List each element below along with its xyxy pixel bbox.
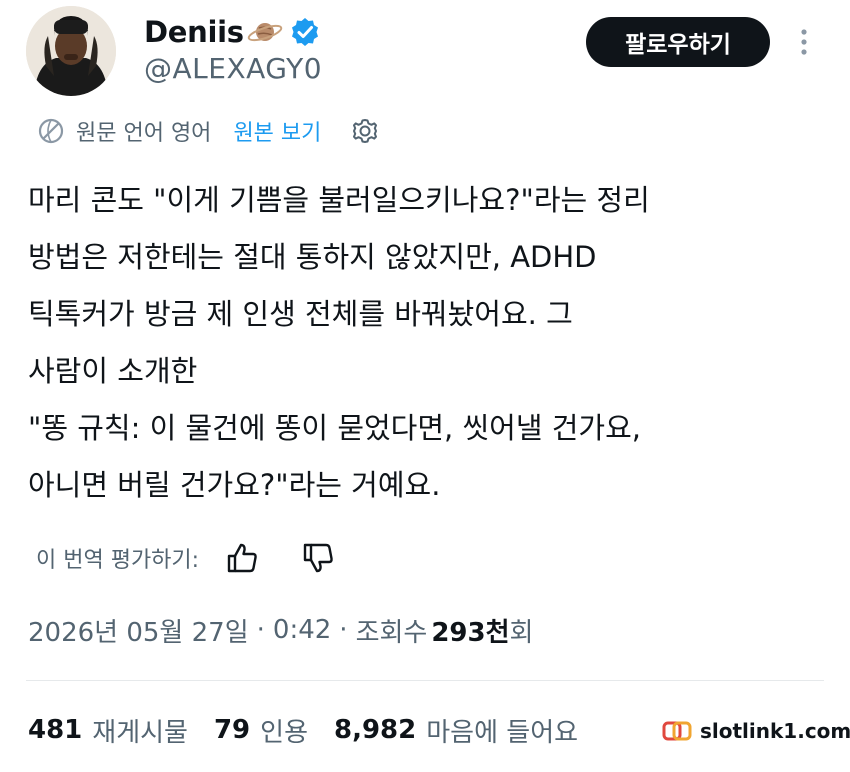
views-label: 조회수	[355, 617, 428, 648]
tweet-header: Deniis @ALEXAGY0 팔로우하기	[0, 0, 850, 110]
avatar[interactable]	[26, 6, 116, 96]
retweets-label[interactable]: 재게시물	[92, 712, 188, 749]
tweet-meta: 2026년 05월 27일 · 0:42 · 조회수 293천 회	[28, 610, 533, 650]
name-row: Deniis	[144, 14, 320, 50]
view-original-link[interactable]: 원본 보기	[233, 115, 321, 147]
meta-separator: ·	[339, 615, 348, 645]
tweet-line: 마리 콘도 "이게 기쁨을 불러일으키나요?"라는 정리	[28, 183, 650, 217]
watermark-logo-icon	[662, 720, 692, 742]
more-vertical-icon[interactable]	[794, 22, 814, 62]
avatar-image	[26, 6, 116, 96]
divider	[26, 680, 824, 681]
translation-notice: 원문 언어 영어	[76, 121, 212, 146]
verified-badge-icon	[290, 17, 320, 47]
gear-icon[interactable]	[349, 115, 381, 147]
tweet-line: 아니면 버릴 건가요?"라는 거예요.	[28, 468, 441, 502]
rate-translation-row: 이 번역 평가하기:	[36, 538, 335, 578]
views-suffix: 회	[509, 617, 534, 648]
retweets-count[interactable]: 481	[28, 715, 82, 745]
quotes-label[interactable]: 인용	[260, 712, 308, 749]
planet-icon	[246, 17, 284, 47]
tweet-line: "똥 규칙: 이 물건에 똥이 묻었다면, 씻어낼 건가요,	[28, 411, 641, 445]
thumbs-up-icon[interactable]	[225, 541, 259, 575]
views-count[interactable]: 293천	[431, 612, 509, 649]
likes-count[interactable]: 8,982	[334, 715, 416, 745]
watermark-text: slotlink1.com	[700, 719, 850, 743]
globe-translate-icon	[36, 116, 66, 146]
translation-bar: 원문 언어 영어 원본 보기	[36, 112, 381, 150]
likes-label[interactable]: 마음에 들어요	[426, 712, 578, 749]
tweet-line: 방법은 저한테는 절대 통하지 않았지만, ADHD	[28, 240, 597, 274]
user-handle[interactable]: @ALEXAGY0	[144, 52, 322, 85]
watermark: slotlink1.com	[656, 714, 850, 748]
display-name[interactable]: Deniis	[144, 15, 244, 49]
tweet-line: 틱톡커가 방금 제 인생 전체를 바꿔놨어요. 그	[28, 297, 573, 331]
rate-translation-label: 이 번역 평가하기:	[36, 548, 200, 573]
thumbs-down-icon[interactable]	[301, 541, 335, 575]
meta-separator: ·	[256, 615, 265, 645]
tweet-line: 사람이 소개한	[28, 354, 198, 388]
follow-button[interactable]: 팔로우하기	[586, 17, 770, 67]
engagement-stats: 481 재게시물 79 인용 8,982 마음에 들어요	[28, 710, 604, 750]
tweet-time[interactable]: 0:42	[273, 615, 331, 645]
tweet-date[interactable]: 2026년 05월 27일	[28, 612, 249, 649]
tweet-body: 마리 콘도 "이게 기쁨을 불러일으키나요?"라는 정리 방법은 저한테는 절대…	[28, 172, 828, 514]
quotes-count[interactable]: 79	[214, 715, 250, 745]
